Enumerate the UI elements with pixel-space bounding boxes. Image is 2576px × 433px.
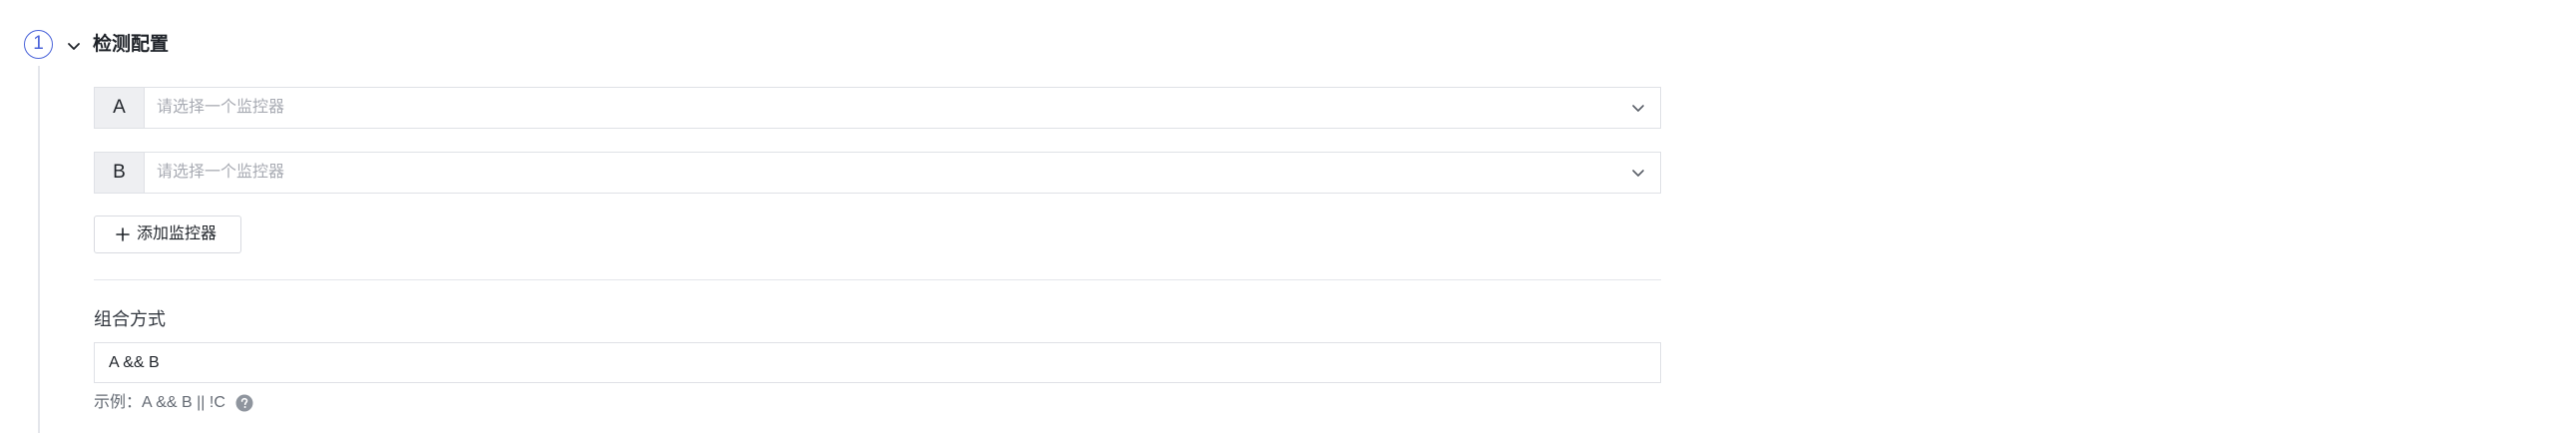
- combine-hint-text: 示例：A && B || !C: [94, 394, 225, 411]
- question-circle-icon[interactable]: [235, 394, 253, 412]
- combine-expression-input[interactable]: [94, 342, 1661, 383]
- monitor-select-placeholder: 请选择一个监控器: [157, 99, 285, 116]
- chevron-down-icon: [1632, 105, 1644, 112]
- monitor-label-a: A: [94, 87, 144, 129]
- plus-icon: [116, 227, 130, 241]
- section-title: 检测配置: [93, 34, 170, 55]
- monitor-label-b: B: [94, 152, 144, 194]
- monitor-row-a: A 请选择一个监控器: [94, 87, 1661, 129]
- collapse-chevron-icon[interactable]: [64, 36, 84, 56]
- monitor-select-b[interactable]: 请选择一个监控器: [144, 152, 1661, 194]
- step-connector-line: [38, 66, 40, 433]
- add-monitor-button[interactable]: 添加监控器: [94, 216, 241, 253]
- step-number-badge: 1: [24, 30, 53, 59]
- monitor-select-a[interactable]: 请选择一个监控器: [144, 87, 1661, 129]
- detection-config-section: 1 检测配置 A 请选择一个监控器 B 请选择一个监控器 添加监控器 组合方式 …: [0, 0, 2576, 433]
- divider: [94, 279, 1661, 280]
- add-monitor-label: 添加监控器: [137, 225, 217, 242]
- combine-hint: 示例：A && B || !C: [94, 391, 253, 415]
- combine-method-label: 组合方式: [94, 309, 166, 329]
- monitor-row-b: B 请选择一个监控器: [94, 152, 1661, 194]
- chevron-down-icon: [1632, 170, 1644, 177]
- monitor-select-placeholder: 请选择一个监控器: [157, 164, 285, 181]
